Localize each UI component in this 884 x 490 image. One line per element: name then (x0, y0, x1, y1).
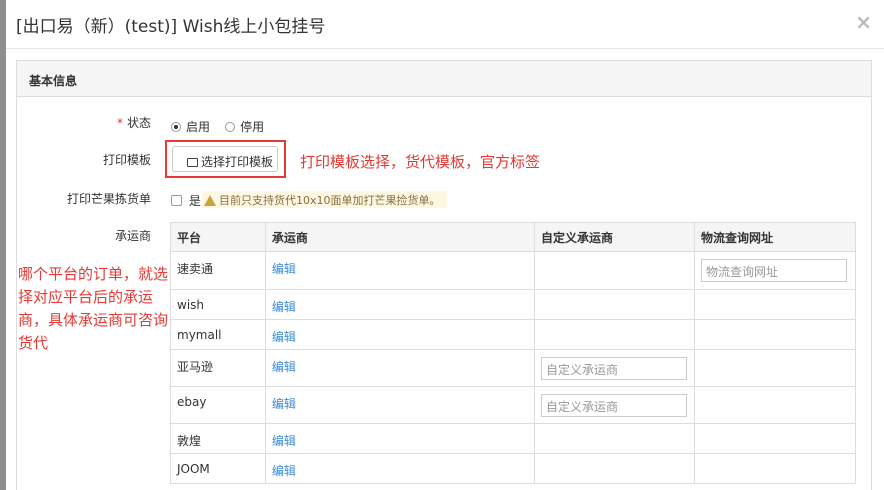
template-annotation: 打印模板选择，货代模板，官方标签 (300, 153, 541, 171)
tracking-url-input[interactable]: 物流查询网址 (700, 259, 847, 282)
status-label-wrap: * 状态 (11, 114, 151, 131)
table-row: JOOM 编辑 (170, 453, 857, 484)
dialog-title: [出口易（新）(test)] Wish线上小包挂号 (16, 17, 326, 37)
platform-name: JOOM (177, 462, 210, 476)
col-custom-carrier: 自定义承运商 (534, 222, 695, 252)
table-row: mymall 编辑 (170, 319, 857, 350)
warning-icon (204, 195, 216, 206)
col-tracking-url: 物流查询网址 (693, 222, 857, 252)
close-icon[interactable]: × (855, 10, 872, 34)
custom-carrier-input[interactable]: 自定义承运商 (541, 357, 687, 380)
table-row: ebay 编辑 自定义承运商 (170, 386, 857, 424)
edit-carrier-link[interactable]: 编辑 (272, 320, 528, 345)
platform-name: 敦煌 (177, 434, 202, 448)
panel-heading: 基本信息 (17, 61, 871, 97)
table-row: 亚马逊 编辑 自定义承运商 (170, 349, 857, 387)
platform-name: 亚马逊 (177, 360, 214, 374)
select-print-template-button[interactable]: 选择打印模板 (172, 146, 278, 172)
dialog-header: [出口易（新）(test)] Wish线上小包挂号 × (6, 0, 884, 49)
col-carrier: 承运商 (264, 222, 536, 252)
platform-name: ebay (177, 395, 207, 409)
carrier-label: 承运商 (114, 229, 151, 243)
custom-carrier-input[interactable]: 自定义承运商 (541, 394, 687, 417)
status-enabled-label[interactable]: 启用 (186, 120, 210, 134)
carrier-annotation: 哪个平台的订单，就选择对应平台后的承运商，具体承运商可咨询货代 (18, 265, 169, 352)
platform-name: wish (177, 298, 205, 312)
edit-carrier-link[interactable]: 编辑 (272, 350, 528, 375)
select-print-template-label: 选择打印模板 (200, 155, 273, 169)
table-row: 速卖通 编辑 物流查询网址 (170, 251, 857, 290)
mango-pick-check-wrap: 是 (171, 192, 201, 209)
edit-carrier-link[interactable]: 编辑 (272, 454, 528, 479)
mango-pick-checkbox[interactable] (171, 195, 182, 206)
mango-pick-label: 打印芒果拣货单 (66, 192, 151, 206)
dialog: [出口易（新）(test)] Wish线上小包挂号 × 基本信息 * 状态 启用 … (6, 0, 884, 490)
status-disabled-radio[interactable] (225, 122, 236, 132)
platform-name: 速卖通 (177, 262, 214, 276)
table-row: 敦煌 编辑 (170, 423, 857, 454)
col-platform: 平台 (170, 222, 266, 252)
print-template-label: 打印模板 (102, 153, 151, 167)
status-radio-group: 启用 停用 (171, 116, 274, 135)
printer-icon (186, 158, 198, 167)
edit-carrier-link[interactable]: 编辑 (272, 252, 528, 277)
mango-pick-checkbox-label[interactable]: 是 (189, 194, 201, 208)
status-enabled-radio[interactable] (171, 122, 181, 132)
table-row: wish 编辑 (170, 289, 857, 320)
edit-carrier-link[interactable]: 编辑 (272, 424, 528, 449)
carrier-table: 平台 承运商 自定义承运商 物流查询网址 速卖通 编辑 物流查询网址 wish … (170, 222, 857, 484)
mango-pick-notice: 目前只支持货代10x10面单加打芒果捡货单。 (202, 191, 447, 208)
table-header-row: 平台 承运商 自定义承运商 物流查询网址 (170, 222, 857, 252)
platform-name: mymall (177, 328, 222, 342)
edit-carrier-link[interactable]: 编辑 (272, 387, 528, 412)
edit-carrier-link[interactable]: 编辑 (272, 290, 528, 315)
status-label: 状态 (126, 116, 151, 130)
mango-pick-notice-text: 目前只支持货代10x10面单加打芒果捡货单。 (219, 194, 441, 207)
required-mark: * (116, 116, 123, 130)
status-disabled-label[interactable]: 停用 (240, 120, 264, 134)
